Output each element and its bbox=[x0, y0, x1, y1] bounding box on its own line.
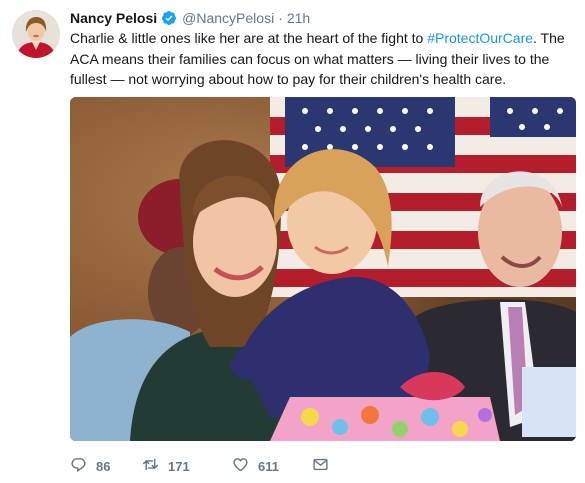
author-name[interactable]: Nancy Pelosi bbox=[70, 10, 157, 26]
envelope-icon bbox=[312, 456, 329, 476]
tweet-photo[interactable] bbox=[70, 97, 576, 441]
retweet-count: 171 bbox=[168, 458, 190, 474]
tweet-actions: 86 171 611 bbox=[70, 455, 329, 477]
header-separator: · bbox=[278, 10, 283, 26]
author-handle[interactable]: @NancyPelosi bbox=[182, 10, 274, 26]
tweet-text-part: Charlie & little ones like her are at th… bbox=[70, 30, 428, 46]
reply-count: 86 bbox=[96, 458, 111, 474]
avatar[interactable] bbox=[12, 10, 60, 58]
retweet-button[interactable]: 171 bbox=[142, 456, 232, 476]
tweet-header: Nancy Pelosi @NancyPelosi · 21h bbox=[70, 8, 310, 28]
like-button[interactable]: 611 bbox=[232, 456, 312, 476]
heart-icon bbox=[232, 456, 249, 476]
tweet-text: Charlie & little ones like her are at th… bbox=[70, 28, 575, 90]
like-count: 611 bbox=[258, 458, 279, 474]
avatar-photo bbox=[12, 10, 60, 58]
reply-icon bbox=[70, 456, 87, 476]
tweet-card[interactable]: Nancy Pelosi @NancyPelosi · 21h Charlie … bbox=[0, 0, 585, 483]
direct-message-button[interactable] bbox=[312, 456, 329, 476]
photo-image bbox=[70, 97, 576, 441]
hashtag-link[interactable]: #ProtectOurCare bbox=[427, 30, 533, 46]
tweet-timestamp[interactable]: 21h bbox=[287, 10, 310, 26]
verified-badge-icon bbox=[161, 10, 177, 26]
reply-button[interactable]: 86 bbox=[70, 456, 142, 476]
retweet-icon bbox=[142, 456, 159, 476]
